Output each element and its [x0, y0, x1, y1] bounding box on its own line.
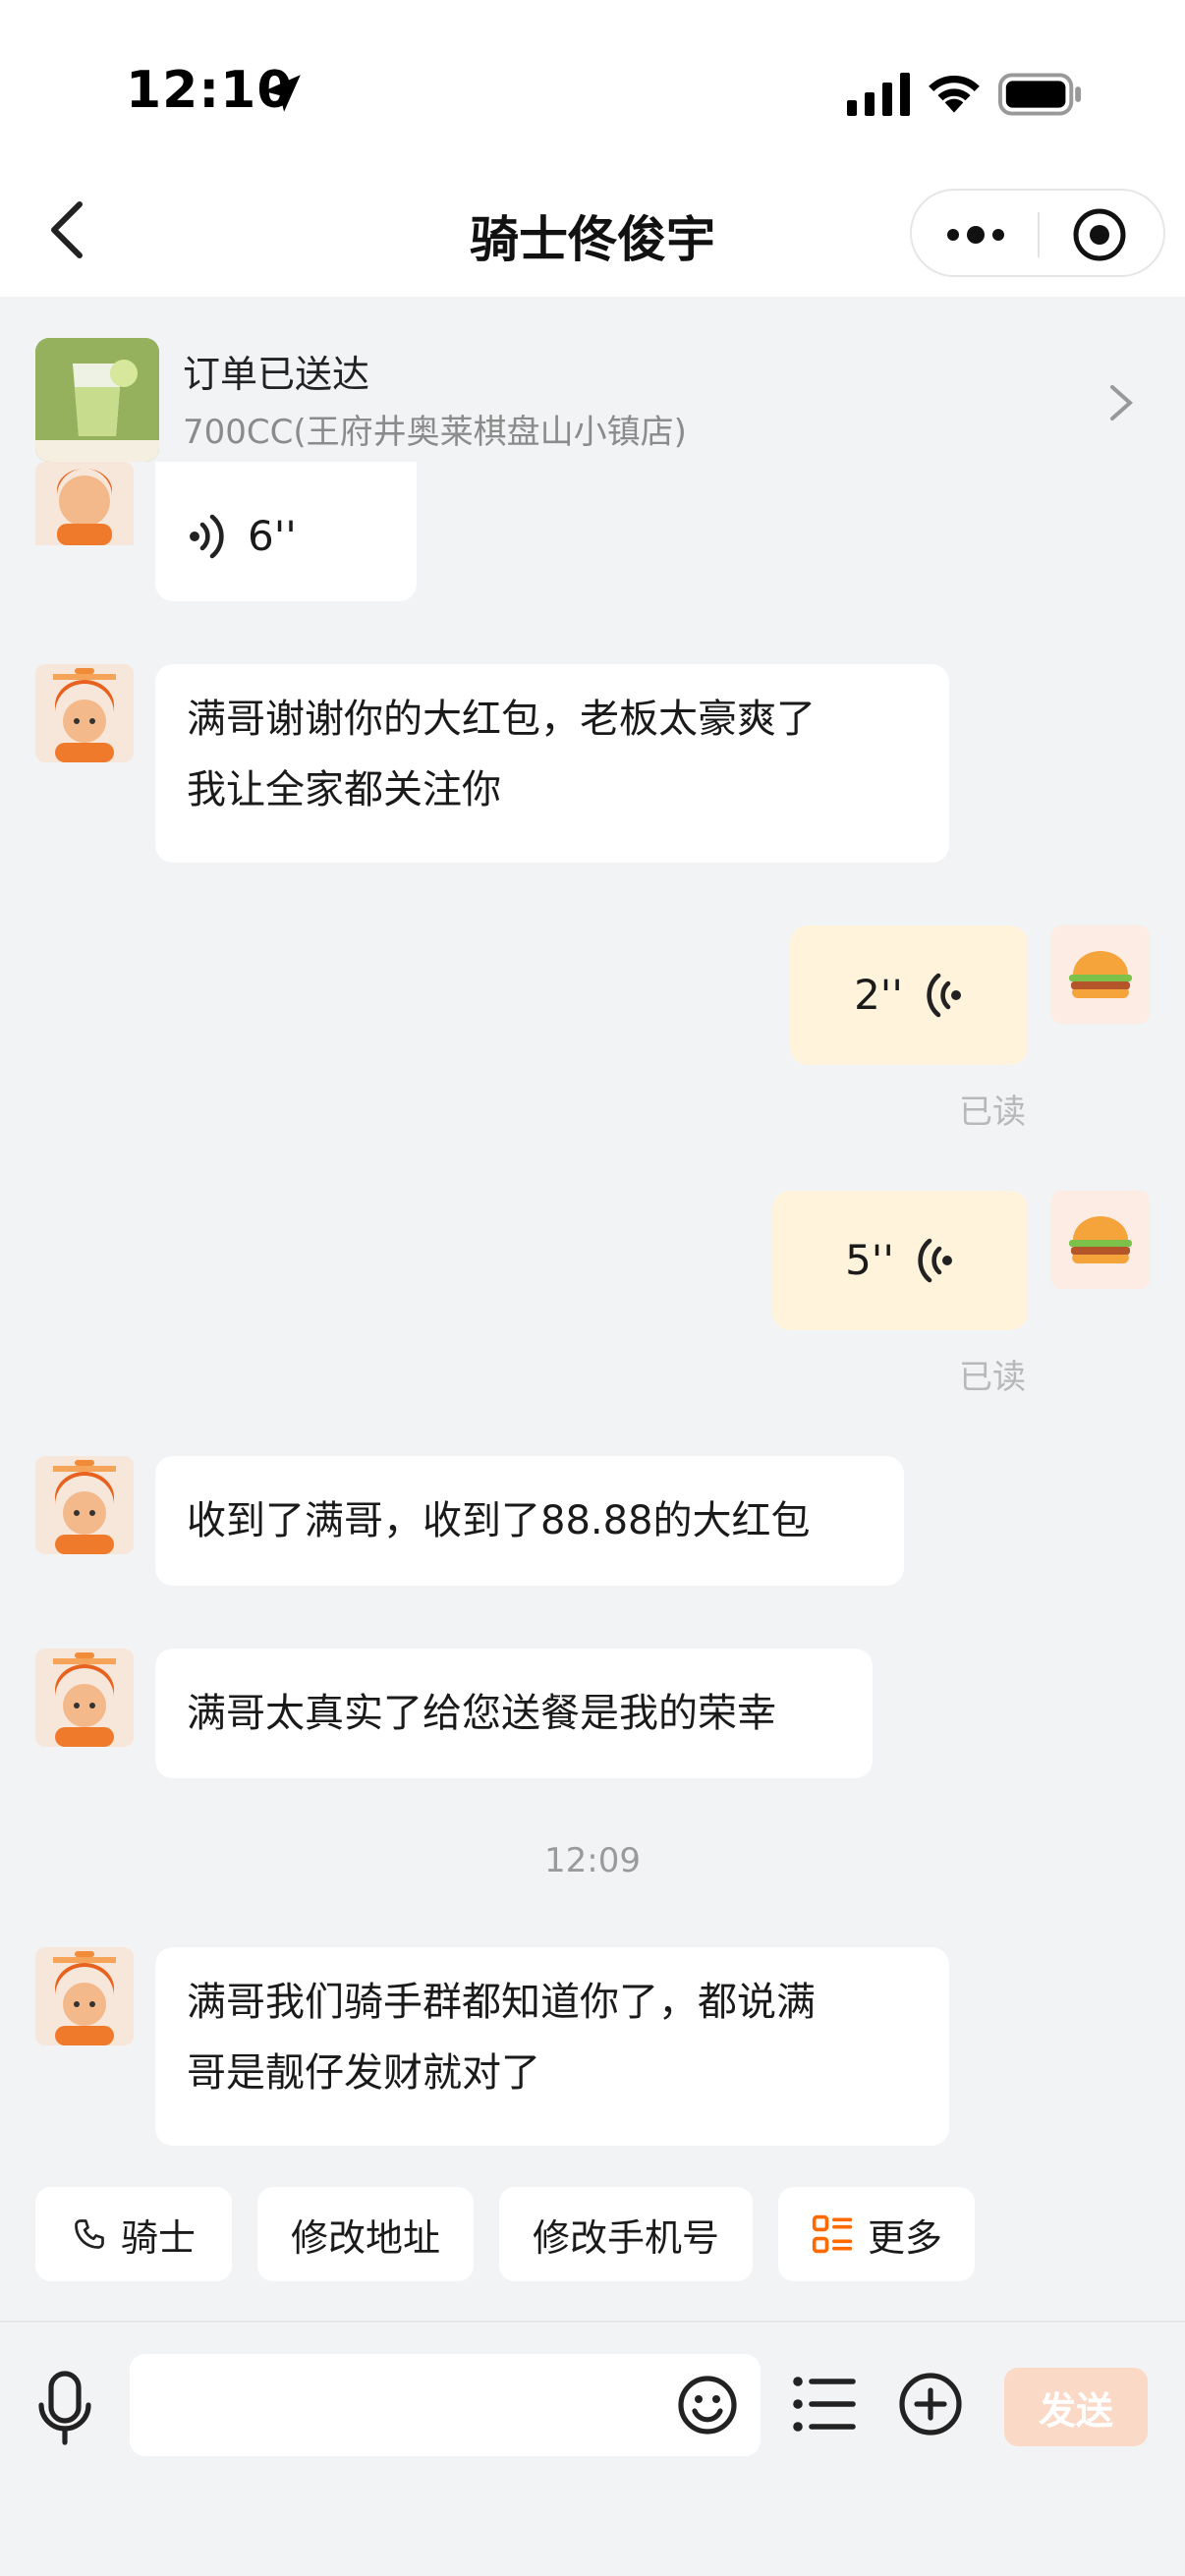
more-actions-button[interactable]: 更多 [778, 2187, 975, 2281]
rider-avatar [35, 1947, 134, 2045]
read-status: 已读 [959, 1092, 1026, 1132]
message-text-line: 哥是靓仔发财就对了 [187, 2050, 540, 2096]
list-grid-icon [812, 2214, 853, 2254]
my-avatar-burger [1051, 925, 1150, 1024]
message-text-line: 满哥谢谢你的大红包，老板太豪爽了 [187, 697, 816, 742]
voice-duration: 5'' [845, 1236, 894, 1284]
capsule-divider [1038, 212, 1040, 257]
emoji-icon[interactable] [676, 2374, 739, 2436]
voice-wave-icon [927, 973, 961, 1018]
location-arrow-icon [263, 75, 301, 112]
battery-icon [998, 73, 1082, 116]
voice-duration: 2'' [854, 971, 903, 1019]
message-input[interactable] [130, 2354, 761, 2456]
my-voice-message-bubble[interactable]: 5'' [772, 1191, 1028, 1330]
text-message-bubble[interactable]: 收到了满哥，收到了88.88的大红包 [155, 1456, 904, 1586]
voice-wave-icon [190, 514, 224, 559]
voice-wave-icon [918, 1238, 952, 1283]
text-message-bubble[interactable]: 满哥太真实了给您送餐是我的荣幸 [155, 1649, 873, 1778]
input-bar: 发送 [0, 2321, 1185, 2576]
edit-phone-button[interactable]: 修改手机号 [499, 2187, 753, 2281]
close-target-icon[interactable] [1071, 206, 1128, 263]
menu-list-icon[interactable] [792, 2374, 857, 2435]
order-store-name: 700CC(王府井奥莱棋盘山小镇店) [183, 413, 687, 452]
chat-screen: 12:10 骑士佟俊宇 订单已送达 700CC(王府井奥莱棋盘山小镇店) 6''… [0, 0, 1185, 2576]
rider-avatar [35, 664, 134, 762]
phone-icon [75, 2219, 104, 2249]
call-rider-button[interactable]: 骑士 [35, 2187, 232, 2281]
quick-action-label: 更多 [867, 2215, 942, 2260]
my-avatar-burger [1051, 1191, 1150, 1289]
message-text-line: 满哥我们骑手群都知道你了，都说满 [187, 1980, 816, 2025]
plus-circle-icon[interactable] [898, 2372, 963, 2436]
text-message-bubble[interactable]: 满哥谢谢你的大红包，老板太豪爽了 我让全家都关注你 [155, 664, 949, 863]
order-status: 订单已送达 [183, 353, 370, 396]
wifi-icon [929, 75, 980, 113]
chevron-right-icon [1110, 385, 1134, 420]
microphone-icon[interactable] [35, 2370, 94, 2448]
message-text-line: 我让全家都关注你 [187, 767, 501, 812]
quick-action-label: 修改地址 [290, 2215, 440, 2260]
rider-avatar [35, 1456, 134, 1554]
message-text: 满哥太真实了给您送餐是我的荣幸 [187, 1691, 776, 1736]
quick-action-label: 骑士 [120, 2215, 196, 2260]
time-separator: 12:09 [544, 1841, 641, 1880]
mini-program-capsule [910, 189, 1165, 277]
send-button[interactable]: 发送 [1004, 2368, 1148, 2446]
nav-bar: 骑士佟俊宇 [0, 147, 1185, 297]
text-message-bubble[interactable]: 满哥我们骑手群都知道你了，都说满 哥是靓仔发财就对了 [155, 1947, 949, 2146]
edit-address-button[interactable]: 修改地址 [257, 2187, 474, 2281]
my-voice-message-bubble[interactable]: 2'' [790, 925, 1028, 1065]
voice-message-bubble[interactable]: 6'' [155, 462, 417, 601]
rider-avatar [35, 462, 134, 545]
order-product-image [35, 338, 159, 462]
more-dots-icon[interactable] [941, 212, 1010, 257]
read-status: 已读 [959, 1358, 1026, 1397]
message-text: 收到了满哥，收到了88.88的大红包 [187, 1498, 811, 1543]
voice-duration: 6'' [248, 512, 297, 560]
quick-action-label: 修改手机号 [532, 2215, 719, 2260]
cellular-signal-icon [847, 73, 910, 116]
rider-avatar [35, 1649, 134, 1747]
